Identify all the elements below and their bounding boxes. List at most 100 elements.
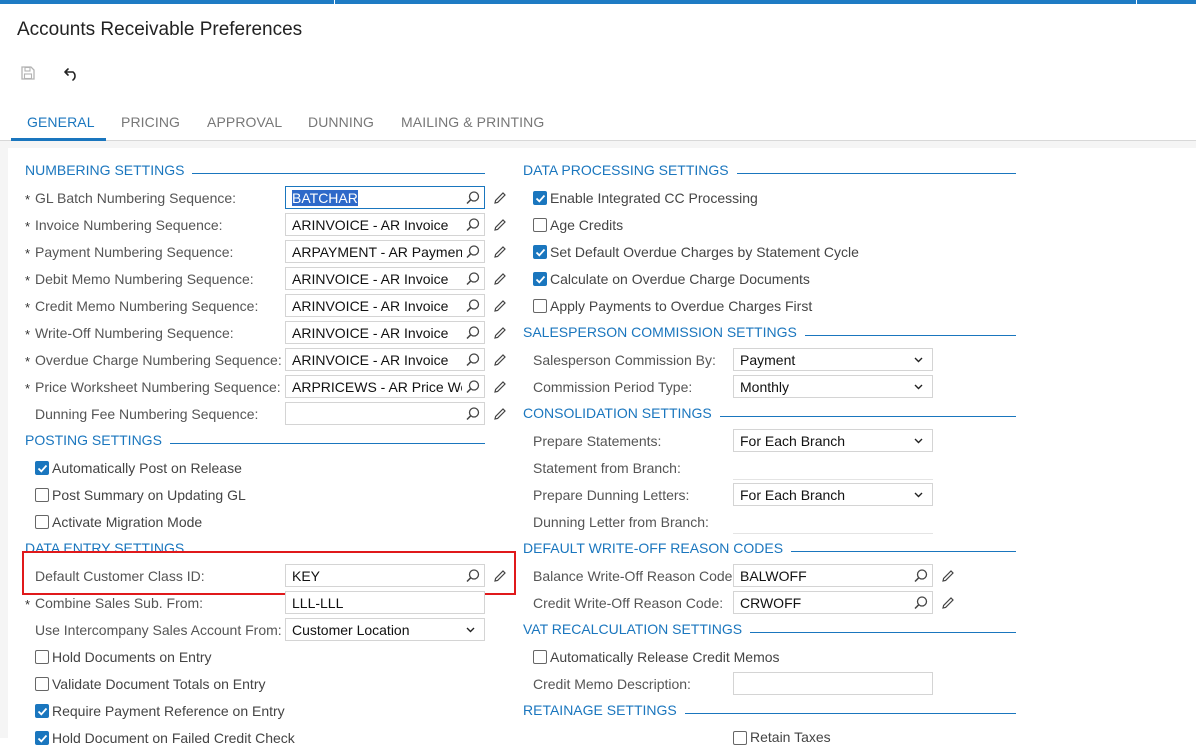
edit-pencil-icon[interactable] — [492, 244, 508, 260]
highlight-box — [22, 551, 516, 595]
intercompany-sales-select[interactable]: Customer Location — [285, 618, 485, 641]
invoice-numbering-label: Invoice Numbering Sequence: — [35, 217, 223, 233]
prepare-dunning-select[interactable]: For Each Branch — [733, 483, 933, 506]
statement-branch-field — [733, 479, 933, 480]
search-icon — [466, 272, 480, 286]
edit-pencil-icon[interactable] — [940, 568, 956, 584]
required-marker: * — [25, 300, 31, 315]
edit-pencil-icon[interactable] — [492, 325, 508, 341]
credit-writeoff-label: Credit Write-Off Reason Code: — [533, 595, 724, 611]
prepare-statements-select[interactable]: For Each Branch — [733, 429, 933, 452]
gl-batch-numbering-field[interactable]: BATCHAR — [285, 186, 485, 209]
retain-taxes-checkbox[interactable] — [733, 731, 747, 745]
edit-pencil-icon[interactable] — [492, 379, 508, 395]
migration-mode-checkbox[interactable] — [35, 515, 49, 529]
search-icon — [466, 353, 480, 367]
search-icon — [466, 326, 480, 340]
section-salesperson-commission: SALESPERSON COMMISSION SETTINGS — [523, 324, 1016, 342]
debit-memo-numbering-field[interactable]: ARINVOICE - AR Invoice — [285, 267, 485, 290]
search-icon — [466, 380, 480, 394]
edit-pencil-icon[interactable] — [492, 271, 508, 287]
section-retainage-settings: RETAINAGE SETTINGS — [523, 702, 1016, 720]
section-data-processing-settings: DATA PROCESSING SETTINGS — [523, 162, 1016, 180]
require-payment-ref-label: Require Payment Reference on Entry — [52, 703, 285, 719]
intercompany-sales-label: Use Intercompany Sales Account From: — [35, 622, 282, 638]
credit-memo-numbering-field[interactable]: ARINVOICE - AR Invoice — [285, 294, 485, 317]
tab-general[interactable]: GENERAL — [27, 114, 95, 130]
overdue-charge-numbering-label: Overdue Charge Numbering Sequence: — [35, 352, 282, 368]
apply-payments-overdue-checkbox[interactable] — [533, 299, 547, 313]
required-marker: * — [25, 597, 31, 612]
chevron-down-icon — [466, 627, 475, 633]
search-icon — [466, 245, 480, 259]
overdue-charge-numbering-field[interactable]: ARINVOICE - AR Invoice — [285, 348, 485, 371]
dunning-fee-numbering-field[interactable] — [285, 402, 485, 425]
default-overdue-charges-checkbox[interactable] — [533, 245, 547, 259]
auto-post-release-checkbox[interactable] — [35, 461, 49, 475]
chevron-down-icon — [914, 384, 923, 390]
edit-pencil-icon[interactable] — [940, 595, 956, 611]
debit-memo-numbering-label: Debit Memo Numbering Sequence: — [35, 271, 254, 287]
edit-pencil-icon[interactable] — [492, 352, 508, 368]
validate-totals-checkbox[interactable] — [35, 677, 49, 691]
require-payment-ref-checkbox[interactable] — [35, 704, 49, 718]
credit-memo-description-label: Credit Memo Description: — [533, 676, 691, 692]
section-consolidation-settings: CONSOLIDATION SETTINGS — [523, 405, 1016, 423]
hold-documents-label: Hold Documents on Entry — [52, 649, 212, 665]
post-summary-checkbox[interactable] — [35, 488, 49, 502]
edit-pencil-icon[interactable] — [492, 190, 508, 206]
hold-failed-credit-label: Hold Document on Failed Credit Check — [52, 730, 295, 746]
section-numbering-settings: NUMBERING SETTINGS — [25, 162, 485, 180]
balance-writeoff-label: Balance Write-Off Reason Code: — [533, 568, 737, 584]
credit-memo-numbering-label: Credit Memo Numbering Sequence: — [35, 298, 259, 314]
tab-mailing-printing[interactable]: MAILING & PRINTING — [401, 114, 544, 130]
auto-release-credit-memos-checkbox[interactable] — [533, 650, 547, 664]
retain-taxes-label: Retain Taxes — [750, 729, 831, 745]
dunning-branch-label: Dunning Letter from Branch: — [533, 514, 709, 530]
calculate-overdue-checkbox[interactable] — [533, 272, 547, 286]
chevron-down-icon — [914, 438, 923, 444]
edit-pencil-icon[interactable] — [492, 406, 508, 422]
tab-pricing[interactable]: PRICING — [121, 114, 180, 130]
commission-by-select[interactable]: Payment — [733, 348, 933, 371]
age-credits-checkbox[interactable] — [533, 218, 547, 232]
validate-totals-label: Validate Document Totals on Entry — [52, 676, 266, 692]
migration-mode-label: Activate Migration Mode — [52, 514, 203, 530]
price-worksheet-numbering-label: Price Worksheet Numbering Sequence: — [35, 379, 281, 395]
credit-writeoff-field[interactable]: CRWOFF — [733, 591, 933, 614]
required-marker: * — [25, 273, 31, 288]
post-summary-label: Post Summary on Updating GL — [52, 487, 246, 503]
credit-memo-description-field[interactable] — [733, 672, 933, 695]
search-icon — [466, 299, 480, 313]
dunning-fee-numbering-label: Dunning Fee Numbering Sequence: — [35, 406, 259, 422]
search-icon — [914, 569, 928, 583]
calculate-overdue-label: Calculate on Overdue Charge Documents — [550, 271, 810, 287]
combine-sales-sub-label: Combine Sales Sub. From: — [35, 595, 204, 611]
undo-icon[interactable] — [62, 63, 82, 83]
payment-numbering-field[interactable]: ARPAYMENT - AR Payment — [285, 240, 485, 263]
price-worksheet-numbering-field[interactable]: ARPRICEWS - AR Price Worl — [285, 375, 485, 398]
tab-dunning[interactable]: DUNNING — [308, 114, 374, 130]
required-marker: * — [25, 246, 31, 261]
search-icon — [466, 191, 480, 205]
write-off-numbering-field[interactable]: ARINVOICE - AR Invoice — [285, 321, 485, 344]
section-posting-settings: POSTING SETTINGS — [25, 432, 485, 450]
prepare-dunning-label: Prepare Dunning Letters: — [533, 487, 690, 503]
balance-writeoff-field[interactable]: BALWOFF — [733, 564, 933, 587]
integrated-cc-checkbox[interactable] — [533, 191, 547, 205]
payment-numbering-label: Payment Numbering Sequence: — [35, 244, 234, 260]
invoice-numbering-field[interactable]: ARINVOICE - AR Invoice — [285, 213, 485, 236]
edit-pencil-icon[interactable] — [492, 298, 508, 314]
commission-by-label: Salesperson Commission By: — [533, 352, 716, 368]
commission-period-label: Commission Period Type: — [533, 379, 693, 395]
dunning-branch-field — [733, 533, 933, 534]
age-credits-label: Age Credits — [550, 217, 624, 233]
combine-sales-sub-field[interactable]: LLL-LLL — [285, 591, 485, 614]
hold-failed-credit-checkbox[interactable] — [35, 731, 49, 745]
section-vat-recalculation: VAT RECALCULATION SETTINGS — [523, 621, 1016, 639]
edit-pencil-icon[interactable] — [492, 217, 508, 233]
save-icon[interactable] — [18, 63, 38, 83]
tab-approval[interactable]: APPROVAL — [207, 114, 282, 130]
commission-period-select[interactable]: Monthly — [733, 375, 933, 398]
hold-documents-checkbox[interactable] — [35, 650, 49, 664]
